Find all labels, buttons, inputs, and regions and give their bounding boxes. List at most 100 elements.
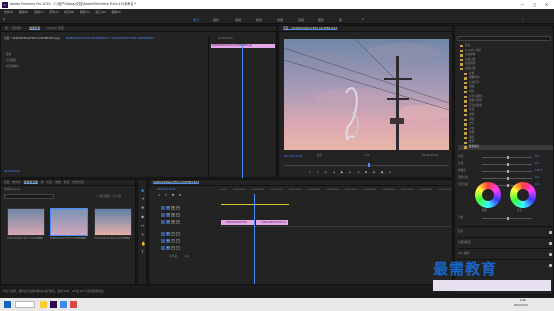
section-checkbox[interactable] bbox=[549, 263, 552, 267]
solo-button[interactable]: S bbox=[176, 232, 180, 236]
tab-info[interactable]: 信息 bbox=[47, 181, 53, 184]
menu-help[interactable]: 帮助(H) bbox=[111, 11, 121, 14]
linked-selection-icon[interactable]: ⚭ bbox=[164, 193, 168, 197]
menu-sequence[interactable]: 序列(S) bbox=[49, 11, 59, 14]
windows-start-icon[interactable] bbox=[4, 301, 11, 308]
search-icon[interactable]: ⌕ bbox=[522, 17, 524, 22]
mute-button[interactable]: M bbox=[171, 239, 175, 243]
snap-icon[interactable]: ∩ bbox=[157, 193, 161, 197]
maximize-button[interactable]: □ bbox=[530, 2, 539, 8]
program-playhead[interactable] bbox=[368, 163, 370, 167]
source-patch-a3[interactable] bbox=[161, 246, 165, 250]
mark-out-icon[interactable]: } bbox=[316, 170, 320, 174]
more-workspaces-icon[interactable]: » bbox=[362, 17, 364, 22]
track-target-v3[interactable]: V3 bbox=[166, 206, 170, 210]
lock-icon[interactable]: 🔒 bbox=[171, 213, 175, 217]
go-to-out-icon[interactable]: ⇥ bbox=[356, 170, 360, 174]
ripple-edit-tool-icon[interactable]: ✥ bbox=[141, 206, 144, 210]
timeline-ruler[interactable]: 00:00 00:00:05:00 00:00:10:00 00:00:15:0… bbox=[221, 189, 451, 191]
menu-edit[interactable]: 编辑(E) bbox=[19, 11, 29, 14]
work-area-bar[interactable] bbox=[221, 204, 289, 205]
source-patch-a2[interactable] bbox=[161, 239, 165, 243]
workspace-libraries[interactable]: 库 bbox=[339, 18, 342, 22]
timeline-playhead[interactable] bbox=[254, 194, 255, 284]
step-forward-icon[interactable]: ▸ bbox=[348, 170, 352, 174]
fx-clip-bar[interactable]: 594E0AE69A1FE03 CD4FBE1EA3.jpg bbox=[211, 44, 275, 48]
master-clip-path[interactable]: 主要 * 594E0AE69A1FE03 CD4FBE1EA3.jpg bbox=[4, 37, 60, 41]
fit-select[interactable]: 适合 bbox=[317, 154, 322, 158]
mark-in-icon[interactable]: { bbox=[308, 170, 312, 174]
project-search-input[interactable]: ⌕ bbox=[4, 194, 54, 199]
fx-row-time-remap[interactable]: › 时间重映射 bbox=[4, 65, 19, 69]
taskbar-clock[interactable]: 9:46 bbox=[520, 299, 526, 303]
tab-lumetri-scopes[interactable]: Lumetri 范围 bbox=[46, 27, 63, 30]
shadow-tint-slider[interactable] bbox=[482, 177, 532, 180]
section-checkbox[interactable] bbox=[549, 230, 552, 234]
taskbar-search-box[interactable] bbox=[15, 301, 35, 308]
solo-button[interactable]: S bbox=[176, 246, 180, 250]
mute-button[interactable]: M bbox=[171, 246, 175, 250]
workspace-graphics[interactable]: 图形 bbox=[318, 18, 324, 22]
eye-icon[interactable]: ◉ bbox=[176, 213, 180, 217]
section-checkbox[interactable] bbox=[549, 241, 552, 245]
track-target-a1[interactable]: A1 bbox=[166, 232, 170, 236]
razor-tool-icon[interactable]: ◆ bbox=[141, 215, 144, 219]
fx-row-opacity[interactable]: › 不透明度 bbox=[4, 59, 16, 63]
lock-icon[interactable]: 🔒 bbox=[171, 220, 175, 224]
menu-marker[interactable]: 标记(M) bbox=[64, 11, 74, 14]
program-current-timecode[interactable]: 00:00:23:05 bbox=[284, 155, 302, 158]
effects-folder-selected[interactable]: 颜色校正 bbox=[458, 145, 553, 150]
tab-libraries[interactable]: 库 bbox=[41, 181, 44, 184]
section-checkbox[interactable] bbox=[549, 252, 552, 256]
saturation-slider[interactable] bbox=[482, 170, 532, 173]
tint-slider[interactable] bbox=[482, 163, 532, 166]
workspace-assembly[interactable]: 组件 bbox=[213, 18, 219, 22]
selection-tool-icon[interactable]: ▲ bbox=[141, 188, 144, 192]
track-target-v2[interactable]: V2 bbox=[166, 213, 170, 217]
menu-graphics[interactable]: 图形(G) bbox=[80, 11, 90, 14]
timeline-sequence-tab[interactable]: 594E0AE69A1FE03 CD4FBE1EA3 bbox=[153, 180, 200, 185]
source-patch-v1[interactable] bbox=[161, 220, 165, 224]
fx-row-motion[interactable]: › 运动 bbox=[4, 53, 11, 57]
sequence-clip-path[interactable]: 594E0AE69A1FE03 CD4FBE1EA3 * 594E0AE69A1… bbox=[66, 37, 154, 41]
mute-button[interactable]: M bbox=[171, 232, 175, 236]
insert-icon[interactable]: ⊞ bbox=[364, 170, 368, 174]
menu-file[interactable]: 文件(F) bbox=[4, 11, 13, 14]
overwrite-icon[interactable]: ⊟ bbox=[372, 170, 376, 174]
source-patch-a1[interactable] bbox=[161, 232, 165, 236]
workspace-effects[interactable]: 效果 bbox=[277, 18, 283, 22]
track-select-tool-icon[interactable]: ⇥ bbox=[141, 197, 144, 201]
slip-tool-icon[interactable]: ↔ bbox=[141, 224, 144, 228]
pen-tool-icon[interactable]: ✎ bbox=[141, 233, 144, 237]
timeline-clip[interactable]: 594E0AE69A1FE03 bbox=[221, 220, 255, 225]
tab-effects[interactable]: 效果 bbox=[55, 181, 61, 184]
eye-icon[interactable]: ◉ bbox=[176, 220, 180, 224]
taskbar-date[interactable]: 2021/10/13 bbox=[514, 304, 528, 307]
premiere-taskbar-icon[interactable] bbox=[50, 301, 57, 308]
workspace-editing[interactable]: 编辑 bbox=[235, 18, 241, 22]
program-scrub-bar[interactable] bbox=[284, 165, 449, 166]
type-tool-icon[interactable]: T bbox=[141, 251, 143, 255]
track-target-v1[interactable]: V1 bbox=[166, 220, 170, 224]
edge-taskbar-icon[interactable] bbox=[60, 301, 67, 308]
close-button[interactable]: ✕ bbox=[542, 2, 551, 8]
lock-icon[interactable]: 🔒 bbox=[171, 206, 175, 210]
timeline-settings-icon[interactable]: ⚙ bbox=[178, 193, 182, 197]
hand-tool-icon[interactable]: ✋ bbox=[141, 242, 146, 246]
tab-project[interactable]: 项目：未命名 bbox=[4, 181, 21, 184]
file-explorer-icon[interactable] bbox=[40, 301, 47, 308]
workspace-audio[interactable]: 音频 bbox=[298, 18, 304, 22]
timeline-timecode[interactable]: 00:00:23:05 bbox=[157, 188, 175, 191]
program-monitor-title[interactable]: 节目：594E0AE69A1FE03 CD4FBE1EA3 bbox=[283, 26, 338, 31]
project-thumbnail[interactable] bbox=[7, 208, 45, 236]
balance-slider[interactable] bbox=[482, 216, 532, 220]
track-target-a3[interactable]: A3 bbox=[166, 246, 170, 250]
minimize-button[interactable]: — bbox=[518, 2, 527, 8]
source-patch-v3[interactable] bbox=[161, 206, 165, 210]
workspace-color[interactable]: 颜色 bbox=[256, 18, 262, 22]
effects-search-input[interactable]: ⌕ bbox=[457, 36, 551, 41]
menu-clip[interactable]: 剪辑(C) bbox=[34, 11, 44, 14]
timeline-clip[interactable]: 594E0AE69A1FE03 CD bbox=[256, 220, 288, 225]
track-target-a2[interactable]: A2 bbox=[166, 239, 170, 243]
solo-button[interactable]: S bbox=[176, 239, 180, 243]
